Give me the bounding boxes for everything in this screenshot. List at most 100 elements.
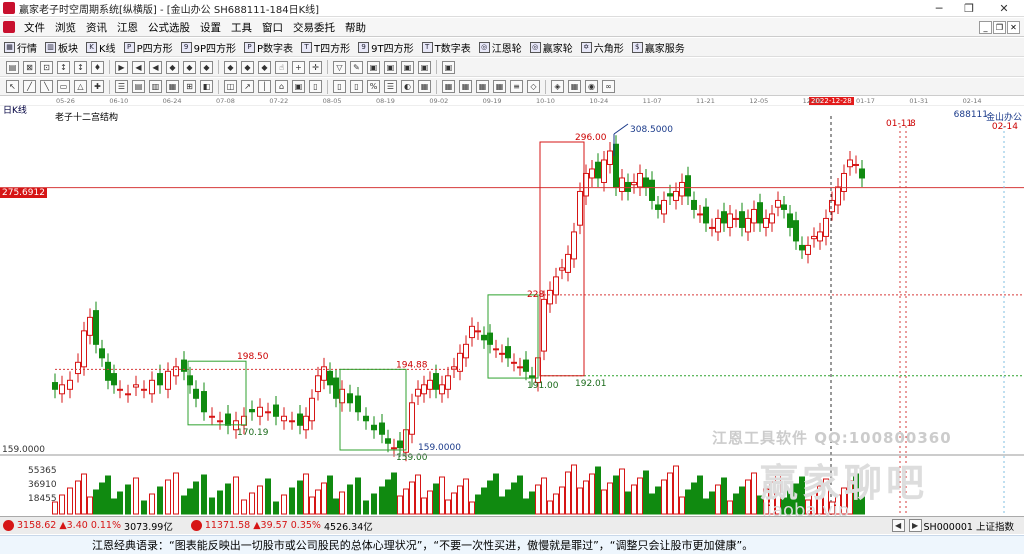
toolbar-tool-icon[interactable]: + (292, 60, 305, 74)
toolbar-tool-icon[interactable]: ▦ (568, 80, 581, 93)
toolbar-item-5[interactable]: P P数字表 (240, 40, 297, 55)
toolbar-tool-icon[interactable]: ▯ (350, 80, 363, 93)
toolbar-tool-icon[interactable]: ▣ (442, 60, 455, 74)
toolbar-item-7[interactable]: 9 9T四方形 (354, 40, 417, 55)
toolbar-tool-icon[interactable]: ▯ (333, 80, 346, 93)
menu-browse[interactable]: 浏览 (50, 20, 81, 35)
sz-index-block[interactable]: 11371.58 ▲39.57 0.35% 4526.34亿 (188, 519, 376, 533)
toolbar-item-2[interactable]: K K线 (82, 40, 120, 55)
toolbar-tool-icon[interactable]: ╲ (40, 80, 53, 93)
toolbar-tool-icon[interactable]: ⊠ (23, 60, 36, 74)
toolbar-item-9[interactable]: ◎ 江恩轮 (475, 40, 526, 55)
volume-bar (333, 498, 339, 515)
toolbar-tool-icon[interactable]: ▣ (292, 80, 305, 93)
menu-window[interactable]: 窗口 (257, 20, 288, 35)
mdi-close-button[interactable]: ✕ (1007, 21, 1020, 34)
status-right-block[interactable]: ◀ ▶ SH000001 上证指数 (887, 519, 1024, 533)
toolbar-item-10[interactable]: ◎ 赢家轮 (526, 40, 577, 55)
toolbar-tool-icon[interactable]: ⊞ (183, 80, 196, 93)
toolbar-tool-icon[interactable]: ▦ (459, 80, 472, 93)
sh-index-block[interactable]: 3158.62 ▲3.40 0.11% 3073.99亿 (0, 519, 176, 533)
toolbar-tool-icon[interactable]: ◇ (527, 80, 540, 93)
toolbar-tool-icon[interactable]: ↕ (57, 60, 70, 74)
toolbar-tool-icon[interactable]: ◆ (200, 60, 213, 74)
toolbar-item-11[interactable]: ✡ 六角形 (577, 40, 628, 55)
menu-formula[interactable]: 公式选股 (143, 20, 195, 35)
toolbar-tool-icon[interactable]: ╱ (23, 80, 36, 93)
menu-info[interactable]: 资讯 (81, 20, 112, 35)
toolbar-tool-icon[interactable]: ◫ (224, 80, 237, 93)
close-button[interactable]: ✕ (984, 0, 1024, 17)
toolbar-tool-icon[interactable]: ▣ (384, 60, 397, 74)
menu-tools[interactable]: 工具 (226, 20, 257, 35)
toolbar-tool-icon[interactable]: ▯ (309, 80, 322, 93)
toolbar-item-0[interactable]: ▦ 行情 (0, 40, 41, 55)
toolbar-tool-icon[interactable]: △ (74, 80, 87, 93)
toolbar-tool-icon[interactable]: ◧ (200, 80, 213, 93)
toolbar-tool-icon[interactable]: ⊡ (40, 60, 53, 74)
toolbar-item-3[interactable]: P P四方形 (120, 40, 177, 55)
candle-body (59, 384, 65, 395)
toolbar-tool-icon[interactable]: ▦ (442, 80, 455, 93)
toolbar-tool-icon[interactable]: ✚ (91, 80, 104, 93)
toolbar-tool-icon[interactable]: ↕ (74, 60, 87, 74)
minimize-button[interactable]: ─ (924, 0, 954, 17)
toolbar-tool-icon[interactable]: ▣ (418, 60, 431, 74)
scroll-left-icon[interactable]: ◀ (891, 519, 905, 532)
toolbar-tool-icon[interactable]: ▤ (132, 80, 145, 93)
toolbar-item-1[interactable]: ▥ 板块 (41, 40, 82, 55)
volume-bar (355, 477, 361, 515)
candle-body (427, 379, 433, 390)
toolbar-tool-icon[interactable]: ◆ (241, 60, 254, 74)
toolbar-tool-icon[interactable]: ✎ (350, 60, 363, 74)
toolbar-tool-icon[interactable]: ◆ (258, 60, 271, 74)
toolbar-tool-icon[interactable]: ▣ (401, 60, 414, 74)
menu-gann[interactable]: 江恩 (112, 20, 143, 35)
volume-bar (117, 491, 123, 515)
toolbar-tool-icon[interactable]: ∞ (602, 80, 615, 93)
toolbar-tool-icon[interactable]: ▦ (418, 80, 431, 93)
toolbar-tool-icon[interactable]: │ (258, 80, 271, 93)
toolbar-tool-icon[interactable]: ◈ (551, 80, 564, 93)
toolbar-tool-icon[interactable]: ◀ (132, 60, 145, 74)
menu-trade[interactable]: 交易委托 (288, 20, 340, 35)
toolbar-tool-icon[interactable]: % (367, 80, 380, 93)
toolbar-tool-icon[interactable]: ◆ (183, 60, 196, 74)
toolbar-tool-icon[interactable]: ▽ (333, 60, 346, 74)
toolbar-tool-icon[interactable]: ◆ (224, 60, 237, 74)
toolbar-tool-icon[interactable]: ↗ (241, 80, 254, 93)
toolbar-tool-icon[interactable]: ▥ (149, 80, 162, 93)
toolbar-tool-icon[interactable]: ↖ (6, 80, 19, 93)
toolbar-tool-icon[interactable]: ▶ (115, 60, 128, 74)
toolbar-item-6[interactable]: T T四方形 (297, 40, 354, 55)
menu-help[interactable]: 帮助 (340, 20, 371, 35)
toolbar-tool-icon[interactable]: ✛ (309, 60, 322, 74)
menu-settings[interactable]: 设置 (195, 20, 226, 35)
toolbar-tool-icon[interactable]: ◉ (585, 80, 598, 93)
restore-button[interactable]: ❐ (954, 0, 984, 17)
candle-body (87, 316, 93, 336)
toolbar-tool-icon[interactable]: ☝ (275, 60, 288, 74)
scroll-right-icon[interactable]: ▶ (908, 519, 922, 532)
toolbar-tool-icon[interactable]: ◀ (149, 60, 162, 74)
toolbar-tool-icon[interactable]: ⌂ (275, 80, 288, 93)
toolbar-item-4[interactable]: 9 9P四方形 (177, 40, 240, 55)
mdi-restore-button[interactable]: ❐ (993, 21, 1006, 34)
toolbar-tool-icon[interactable]: ≡ (510, 80, 523, 93)
volume-bar (481, 487, 487, 515)
toolbar-tool-icon[interactable]: ▦ (476, 80, 489, 93)
toolbar-tool-icon[interactable]: ▦ (493, 80, 506, 93)
menu-file[interactable]: 文件 (19, 20, 50, 35)
toolbar-tool-icon[interactable]: ▭ (57, 80, 70, 93)
toolbar-tool-icon[interactable]: ♦ (91, 60, 104, 74)
toolbar-tool-icon[interactable]: ▦ (166, 80, 179, 93)
toolbar-tool-icon[interactable]: ▣ (367, 60, 380, 74)
toolbar-tool-icon[interactable]: ☰ (384, 80, 397, 93)
toolbar-tool-icon[interactable]: ☰ (115, 80, 128, 93)
toolbar-item-8[interactable]: T T数字表 (418, 40, 475, 55)
mdi-minimize-button[interactable]: _ (979, 21, 992, 34)
toolbar-tool-icon[interactable]: ◆ (166, 60, 179, 74)
toolbar-tool-icon[interactable]: ◐ (401, 80, 414, 93)
toolbar-tool-icon[interactable]: ▤ (6, 60, 19, 74)
toolbar-item-12[interactable]: $ 赢家服务 (628, 40, 689, 55)
